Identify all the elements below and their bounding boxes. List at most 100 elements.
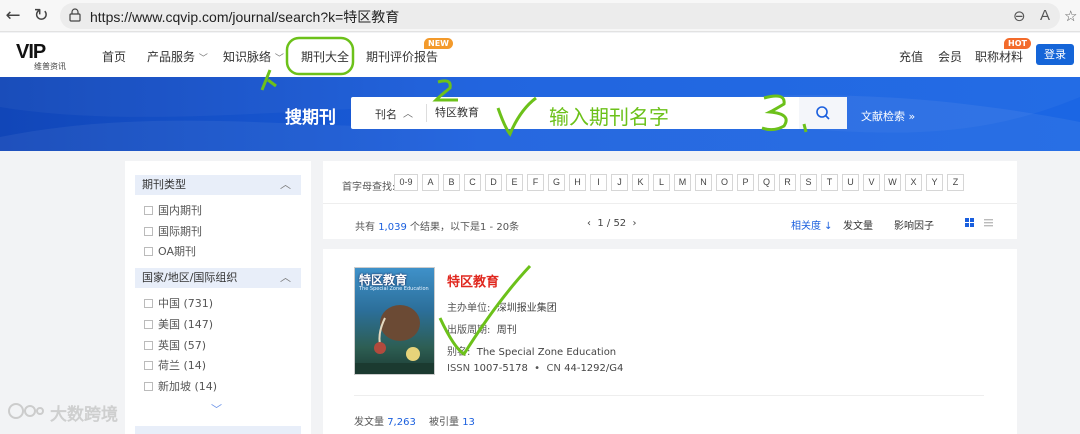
watermark-text: 大数跨境 (50, 405, 118, 425)
alpha-letter[interactable]: C (464, 174, 481, 191)
filter-label: 荷兰 (14) (158, 359, 207, 372)
alpha-letter[interactable]: U (842, 174, 859, 191)
alpha-letter[interactable]: P (737, 174, 754, 191)
prev-page-icon[interactable]: ‹ (587, 218, 591, 229)
journal-title-link[interactable]: 特区教育 (447, 271, 499, 290)
alias-row: 别名: The Special Zone Education (447, 343, 616, 358)
address-bar[interactable]: https://www.cqvip.com/journal/search?k=特… (60, 3, 1060, 29)
issn-cn-row: ISSN 1007-5178 • CN 44-1292/G4 (447, 363, 624, 374)
chevron-up-icon[interactable]: ︿ (403, 105, 413, 120)
alpha-letter[interactable]: B (443, 174, 460, 191)
nav-knowledge[interactable]: 知识脉络 ﹀ (223, 48, 284, 65)
search-icon (816, 106, 830, 120)
chevron-down-icon: ﹀ (274, 54, 284, 64)
alphabet-filter-panel: 首字母查找: 0-9 A B C D E F G H I J K L M N O P Q R S T U V W X Y Z 共有 … (323, 161, 1017, 239)
nav-products[interactable]: 产品服务 ﹀ (147, 48, 208, 65)
checkbox[interactable] (144, 382, 153, 391)
alpha-letter[interactable]: X (905, 174, 922, 191)
checkbox[interactable] (144, 206, 153, 215)
logo-subtitle: 维普资讯 (34, 62, 66, 71)
alpha-letter[interactable]: H (569, 174, 586, 191)
checkbox[interactable] (144, 341, 153, 350)
list-view-icon[interactable] (983, 217, 994, 228)
divider (354, 395, 984, 396)
favorite-icon[interactable]: ☆ (1064, 7, 1077, 25)
filter-country-china[interactable]: 中国 (731) (144, 295, 213, 311)
sort-relevance[interactable]: 相关度 ↓ (791, 217, 833, 232)
sort-article-count[interactable]: 发文量 (843, 217, 873, 232)
result-total: 1,039 (378, 222, 407, 233)
sponsor-row: 主办单位: 深圳报业集团 (447, 299, 557, 314)
cqvip-logo[interactable]: VIP 维普资讯 (16, 41, 68, 71)
search-title: 搜期刊 (285, 108, 336, 128)
checkbox[interactable] (144, 320, 153, 329)
search-field-select[interactable]: 刊名 (375, 106, 397, 122)
facet-header-next[interactable] (135, 426, 301, 434)
alpha-letter[interactable]: S (800, 174, 817, 191)
nav-journals[interactable]: 期刊大全 (301, 48, 349, 65)
filter-country-singapore[interactable]: 新加坡 (14) (144, 378, 217, 394)
alpha-letter[interactable]: 0-9 (394, 174, 418, 191)
alpha-letter[interactable]: I (590, 174, 607, 191)
next-page-icon[interactable]: › (633, 218, 637, 229)
document-search-link[interactable]: 文献检索 » (861, 108, 915, 124)
expand-more-icon[interactable]: ﹀ (211, 401, 222, 417)
nav-evaluation-report[interactable]: 期刊评价报告 (366, 48, 438, 65)
alpha-letter[interactable]: J (611, 174, 628, 191)
checkbox[interactable] (144, 247, 153, 256)
alpha-letter[interactable]: E (506, 174, 523, 191)
alphabet-letters: 0-9 A B C D E F G H I J K L M N O P Q R S T U V W X Y Z (394, 174, 964, 191)
facet-header-journal-type[interactable]: 期刊类型 ︿ (135, 175, 301, 195)
alpha-letter[interactable]: Q (758, 174, 775, 191)
sort-impact-factor[interactable]: 影响因子 (894, 217, 934, 232)
alpha-letter[interactable]: A (422, 174, 439, 191)
alpha-letter[interactable]: Z (947, 174, 964, 191)
sponsor-value: 深圳报业集团 (496, 303, 557, 314)
search-button[interactable] (799, 97, 847, 129)
filter-country-netherlands[interactable]: 荷兰 (14) (144, 357, 206, 373)
alpha-letter[interactable]: K (632, 174, 649, 191)
alpha-letter[interactable]: V (863, 174, 880, 191)
checkbox[interactable] (144, 299, 153, 308)
issn-value: 1007-5178 (473, 363, 528, 374)
alpha-letter[interactable]: Y (926, 174, 943, 191)
alpha-letter[interactable]: N (695, 174, 712, 191)
site-info-icon[interactable] (68, 8, 82, 22)
citation-count-label: 被引量 (429, 417, 459, 428)
hot-badge: HOT (1004, 38, 1031, 49)
filter-country-uk[interactable]: 英国 (57) (144, 337, 206, 353)
facet-header-country[interactable]: 国家/地区/国际组织 ︿ (135, 268, 301, 288)
read-aloud-icon[interactable]: A (1040, 7, 1050, 24)
nav-home[interactable]: 首页 (102, 48, 126, 65)
alpha-letter[interactable]: M (674, 174, 691, 191)
alpha-letter[interactable]: D (485, 174, 502, 191)
url-text[interactable]: https://www.cqvip.com/journal/search?k=特… (90, 7, 399, 27)
nav-recharge[interactable]: 充值 (899, 48, 923, 65)
alpha-letter[interactable]: W (884, 174, 901, 191)
alpha-letter[interactable]: F (527, 174, 544, 191)
grid-view-icon[interactable] (964, 217, 975, 228)
filter-oa[interactable]: OA期刊 (144, 243, 196, 259)
zoom-icon[interactable]: ⊖ (1013, 7, 1026, 25)
filter-country-usa[interactable]: 美国 (147) (144, 316, 213, 332)
nav-title-materials[interactable]: 职称材料 (975, 48, 1023, 65)
login-button[interactable]: 登录 (1036, 44, 1074, 65)
reload-icon[interactable]: ↻ (30, 5, 52, 27)
alpha-letter[interactable]: L (653, 174, 670, 191)
alpha-letter[interactable]: G (548, 174, 565, 191)
filter-label: 美国 (147) (158, 318, 214, 331)
alpha-letter[interactable]: O (716, 174, 733, 191)
journal-cover-image[interactable]: 特区教育 The Special Zone Education (354, 267, 435, 375)
cn-label: CN (546, 363, 561, 374)
checkbox[interactable] (144, 361, 153, 370)
alpha-letter[interactable]: R (779, 174, 796, 191)
back-icon[interactable]: ← (2, 5, 24, 27)
article-count-label: 发文量 (354, 417, 384, 428)
filter-label: 中国 (731) (158, 297, 214, 310)
filter-domestic[interactable]: 国内期刊 (144, 202, 202, 218)
sponsor-label: 主办单位: (447, 303, 491, 314)
filter-international[interactable]: 国际期刊 (144, 223, 202, 239)
checkbox[interactable] (144, 227, 153, 236)
nav-membership[interactable]: 会员 (938, 48, 962, 65)
alpha-letter[interactable]: T (821, 174, 838, 191)
